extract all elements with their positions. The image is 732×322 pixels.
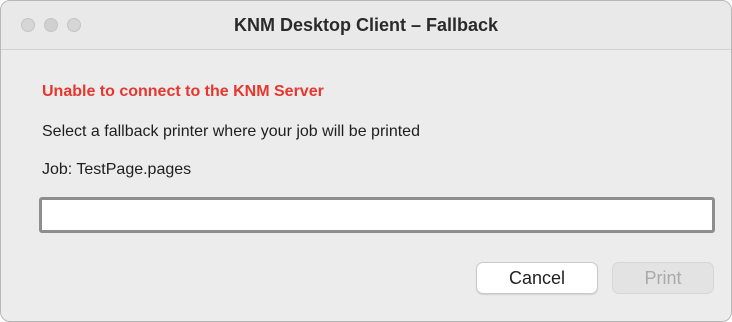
title-bar: KNM Desktop Client – Fallback (1, 1, 731, 50)
fallback-printer-field[interactable] (39, 197, 715, 233)
cancel-button[interactable]: Cancel (476, 262, 598, 294)
fallback-dialog-window: KNM Desktop Client – Fallback Unable to … (0, 0, 732, 322)
print-button[interactable]: Print (612, 262, 714, 294)
job-label: Job: TestPage.pages (42, 161, 192, 178)
error-message: Unable to connect to the KNM Server (42, 83, 324, 100)
instruction-text: Select a fallback printer where your job… (42, 123, 420, 140)
window-title: KNM Desktop Client – Fallback (233, 15, 499, 35)
